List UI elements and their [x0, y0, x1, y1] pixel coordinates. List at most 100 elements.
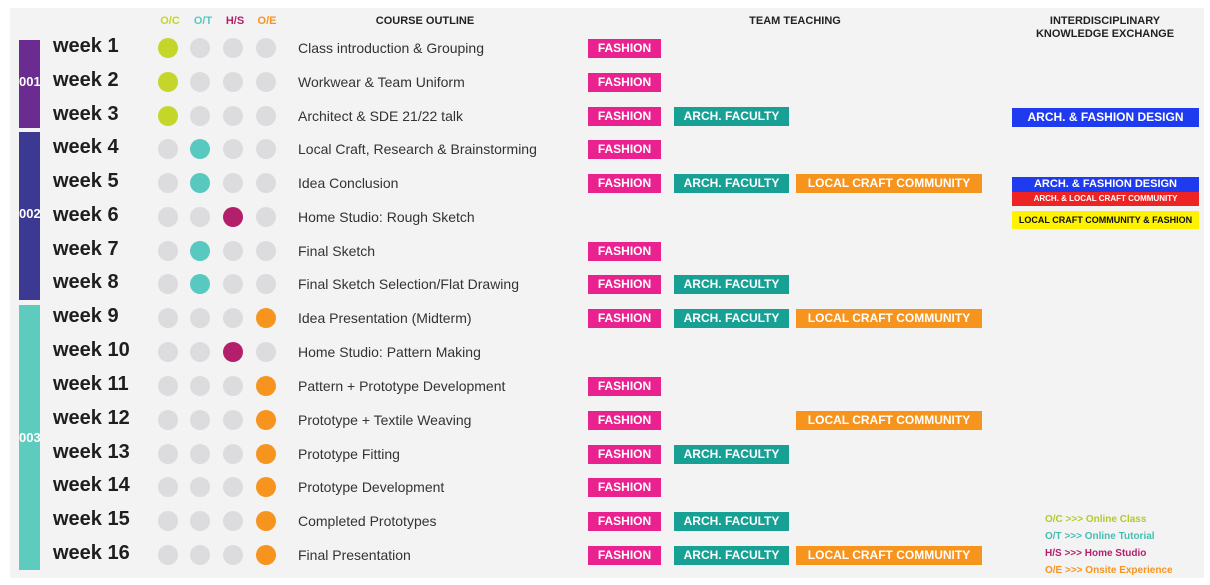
oc-mode-dot [158, 444, 178, 464]
week-row: week 7 Final Sketch FASHION [0, 235, 1210, 269]
week-row: week 12 Prototype + Textile Weaving FASHIO… [0, 404, 1210, 438]
legend-onsite-experience: O/E >>> Onsite Experience [1045, 565, 1173, 576]
week-row: week 10 Home Studio: Pattern Making [0, 336, 1210, 370]
oe-mode-dot [256, 308, 276, 328]
ot-mode-dot [190, 410, 210, 430]
oc-mode-dot [158, 173, 178, 193]
team-tag-local-craft-community: LOCAL CRAFT COMMUNITY [796, 411, 982, 430]
course-outline-text: Workwear & Team Uniform [298, 74, 465, 90]
week-label: week 6 [53, 204, 119, 226]
oe-mode-dot [256, 139, 276, 159]
oe-mode-dot [256, 410, 276, 430]
ot-mode-dot [190, 511, 210, 531]
team-tag-fashion: FASHION [588, 445, 661, 464]
ot-mode-dot [190, 444, 210, 464]
hs-mode-dot [223, 173, 243, 193]
ot-mode-dot [190, 139, 210, 159]
hs-mode-dot [223, 139, 243, 159]
oe-mode-dot [256, 106, 276, 126]
course-outline-text: Final Sketch [298, 243, 376, 259]
ot-mode-dot [190, 38, 210, 58]
ot-mode-dot [190, 308, 210, 328]
team-tag-arch-faculty: ARCH. FACULTY [674, 275, 789, 294]
oe-mode-dot [256, 376, 276, 396]
hs-mode-dot [223, 511, 243, 531]
oe-mode-dot [256, 274, 276, 294]
oc-mode-dot [158, 410, 178, 430]
oc-mode-dot [158, 477, 178, 497]
team-tag-fashion: FASHION [588, 411, 661, 430]
week-label: week 5 [53, 170, 119, 192]
course-outline-text: Home Studio: Pattern Making [298, 344, 481, 360]
hs-mode-dot [223, 410, 243, 430]
oe-mode-dot [256, 545, 276, 565]
oe-mode-dot [256, 241, 276, 261]
oe-mode-dot [256, 444, 276, 464]
ide-week5-arch-craft: ARCH. & LOCAL CRAFT COMMUNITY [1012, 192, 1199, 206]
oc-mode-dot [158, 139, 178, 159]
ide-week3-arch-fashion: ARCH. & FASHION DESIGN [1012, 108, 1199, 127]
course-outline-text: Class introduction & Grouping [298, 40, 484, 56]
course-outline-text: Prototype Fitting [298, 446, 400, 462]
legend-online-tutorial: O/T >>> Online Tutorial [1045, 531, 1155, 542]
header-course-outline: COURSE OUTLINE [375, 15, 475, 27]
ot-mode-dot [190, 477, 210, 497]
header-mode-oc: O/C [160, 15, 180, 27]
team-tag-arch-faculty: ARCH. FACULTY [674, 512, 789, 531]
hs-mode-dot [223, 444, 243, 464]
week-row: week 16 Final Presentation FASHION ARCH. FA… [0, 539, 1210, 573]
course-outline-text: Completed Prototypes [298, 513, 437, 529]
oc-mode-dot [158, 274, 178, 294]
team-tag-fashion: FASHION [588, 140, 661, 159]
oe-mode-dot [256, 477, 276, 497]
hs-mode-dot [223, 308, 243, 328]
ot-mode-dot [190, 173, 210, 193]
team-tag-local-craft-community: LOCAL CRAFT COMMUNITY [796, 309, 982, 328]
week-row: week 2 Workwear & Team Uniform FASHION [0, 66, 1210, 100]
hs-mode-dot [223, 72, 243, 92]
hs-mode-dot [223, 207, 243, 227]
week-label: week 1 [53, 35, 119, 57]
ot-mode-dot [190, 241, 210, 261]
oc-mode-dot [158, 207, 178, 227]
hs-mode-dot [223, 545, 243, 565]
team-tag-fashion: FASHION [588, 39, 661, 58]
course-outline-text: Final Presentation [298, 547, 411, 563]
hs-mode-dot [223, 477, 243, 497]
week-label: week 9 [53, 305, 119, 327]
team-tag-fashion: FASHION [588, 73, 661, 92]
team-tag-arch-faculty: ARCH. FACULTY [674, 107, 789, 126]
oc-mode-dot [158, 342, 178, 362]
hs-mode-dot [223, 342, 243, 362]
course-outline-text: Prototype Development [298, 479, 445, 495]
course-outline-text: Idea Conclusion [298, 175, 399, 191]
week-row: week 9 Idea Presentation (Midterm) FASHION… [0, 302, 1210, 336]
week-row: week 11 Pattern + Prototype Development FA… [0, 370, 1210, 404]
ide-week5-arch-fashion: ARCH. & FASHION DESIGN [1012, 177, 1199, 192]
week-row: week 4 Local Craft, Research & Brainstorm… [0, 133, 1210, 167]
team-tag-arch-faculty: ARCH. FACULTY [674, 445, 789, 464]
course-outline-text: Pattern + Prototype Development [298, 378, 506, 394]
week-label: week 3 [53, 103, 119, 125]
week-row: week 1 Class introduction & Grouping FASHI… [0, 32, 1210, 66]
team-tag-fashion: FASHION [588, 107, 661, 126]
oc-mode-dot [158, 511, 178, 531]
header-mode-oe: O/E [257, 15, 277, 27]
hs-mode-dot [223, 38, 243, 58]
team-tag-fashion: FASHION [588, 478, 661, 497]
week-label: week 2 [53, 69, 119, 91]
week-label: week 12 [53, 407, 130, 429]
ot-mode-dot [190, 207, 210, 227]
header-team-teaching: TEAM TEACHING [749, 15, 841, 27]
week-label: week 15 [53, 508, 130, 530]
team-tag-fashion: FASHION [588, 275, 661, 294]
ide-week6-craft-fashion: LOCAL CRAFT COMMUNITY & FASHION [1012, 211, 1199, 229]
oe-mode-dot [256, 72, 276, 92]
team-tag-fashion: FASHION [588, 242, 661, 261]
team-tag-local-craft-community: LOCAL CRAFT COMMUNITY [796, 546, 982, 565]
week-label: week 16 [53, 542, 130, 564]
week-label: week 11 [53, 373, 129, 395]
oc-mode-dot [158, 72, 178, 92]
ot-mode-dot [190, 376, 210, 396]
week-label: week 8 [53, 271, 119, 293]
